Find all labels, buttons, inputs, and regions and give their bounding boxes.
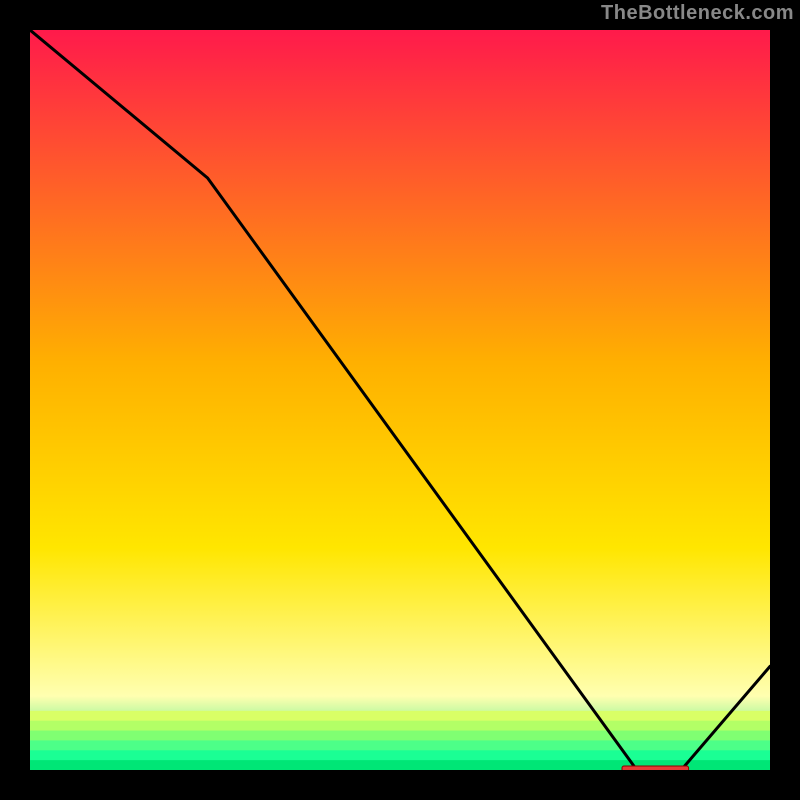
valley-marker bbox=[622, 766, 689, 770]
band-stripe bbox=[30, 731, 770, 741]
band-stripe bbox=[30, 750, 770, 760]
bottom-band-stripes bbox=[30, 711, 770, 770]
plot-area bbox=[30, 30, 770, 770]
band-stripe bbox=[30, 711, 770, 721]
gradient-background bbox=[30, 30, 770, 770]
bottleneck-chart bbox=[30, 30, 770, 770]
watermark-text: TheBottleneck.com bbox=[601, 2, 794, 25]
band-stripe bbox=[30, 721, 770, 731]
chart-frame: TheBottleneck.com bbox=[0, 0, 800, 800]
band-stripe bbox=[30, 740, 770, 750]
